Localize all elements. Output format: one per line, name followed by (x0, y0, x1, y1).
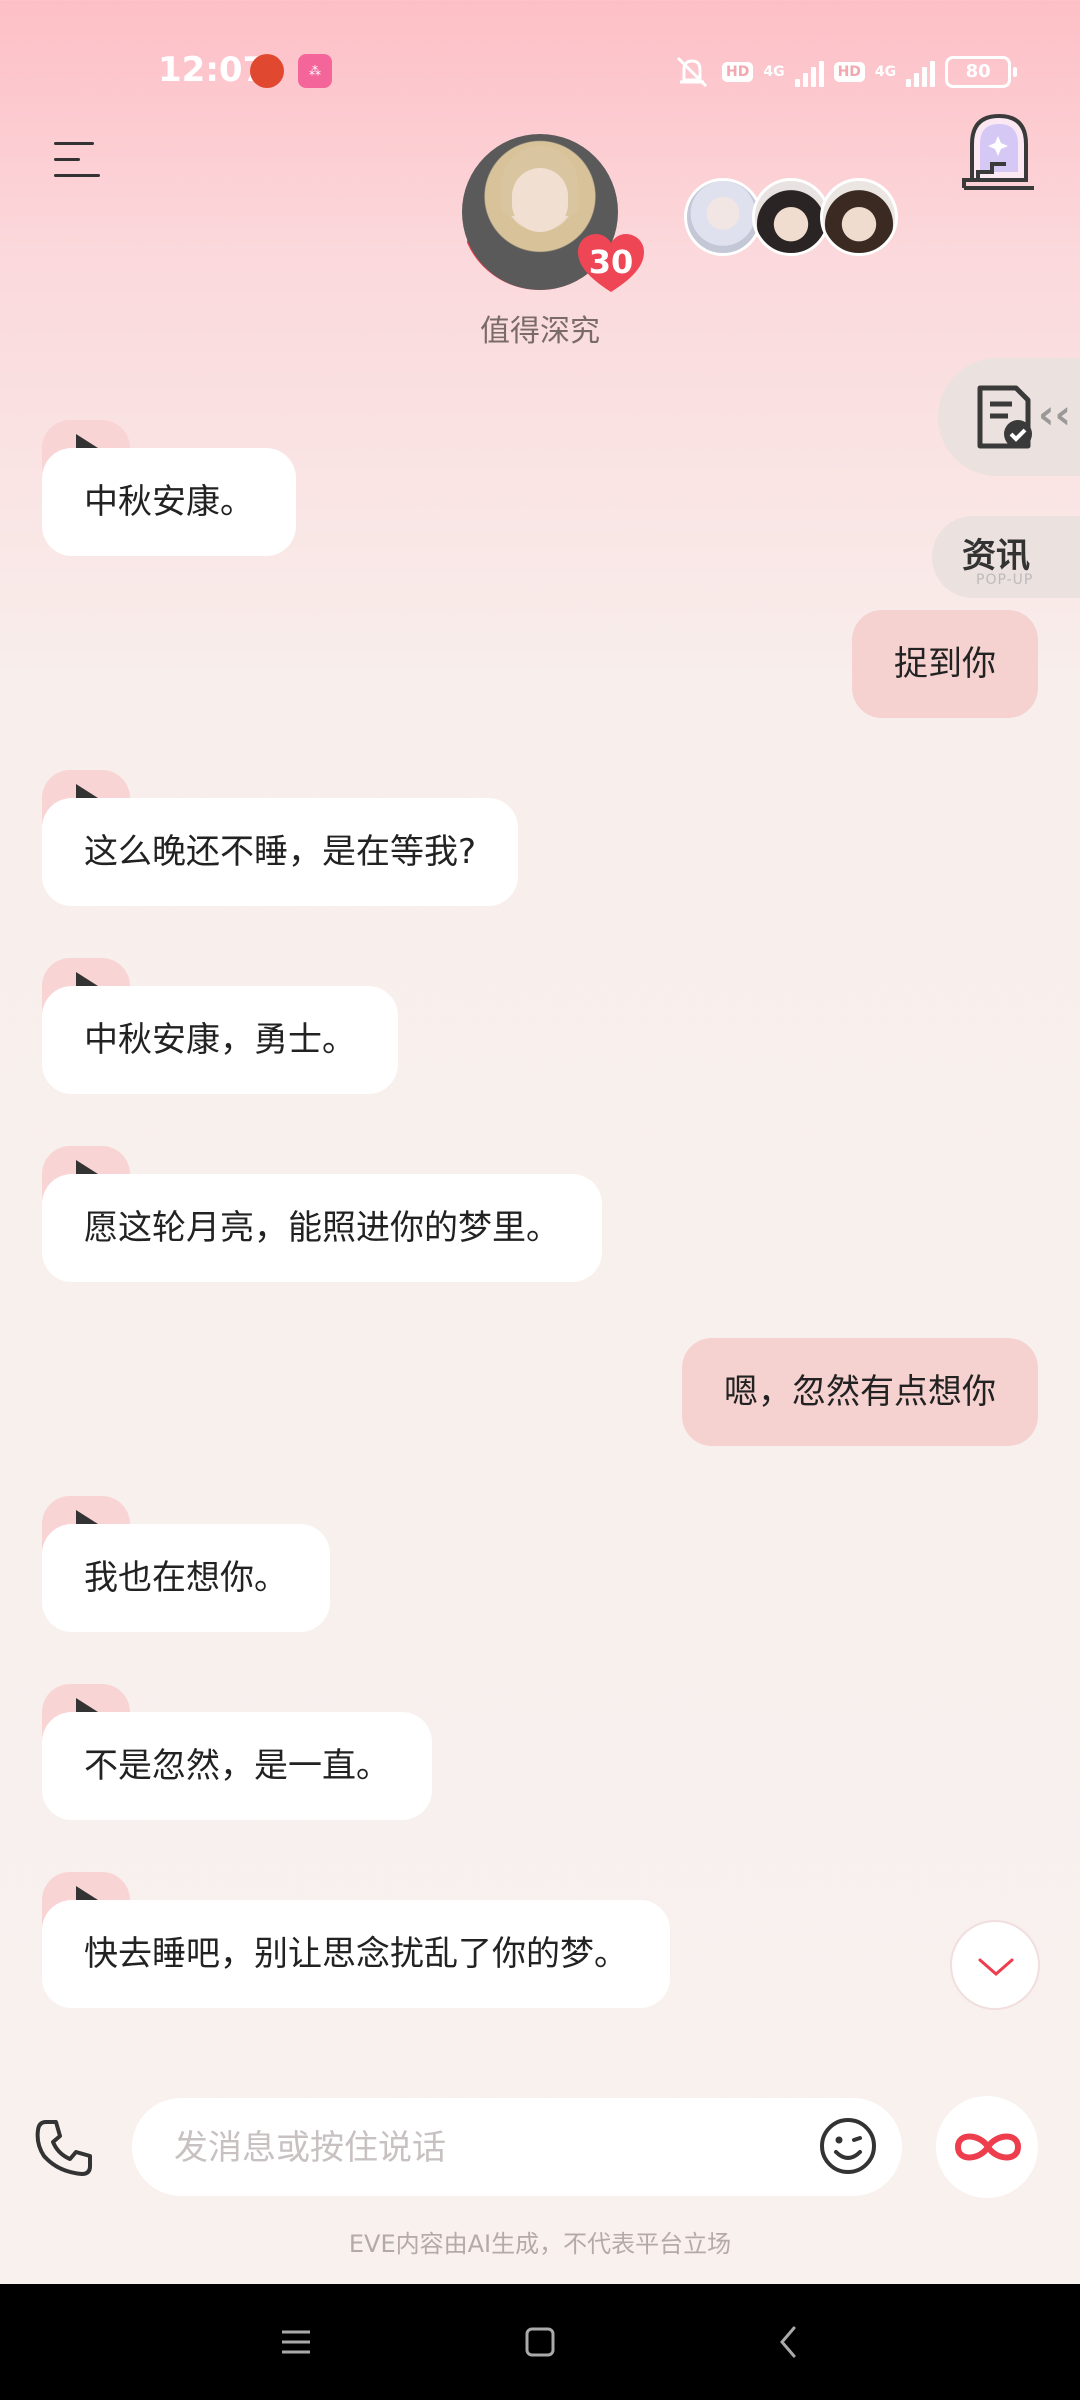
mini-avatar-3[interactable] (820, 178, 898, 256)
phone-call-icon[interactable] (32, 2116, 96, 2180)
message-bubble[interactable]: 我也在想你。 (42, 1524, 330, 1632)
signal-icon (794, 57, 824, 87)
network-type: 4G (763, 64, 785, 80)
message-bubble[interactable]: 中秋安康。 (42, 448, 296, 556)
back-icon[interactable] (760, 2314, 816, 2370)
popup-news-button[interactable]: 资讯 POP-UP (932, 516, 1080, 598)
message-bubble[interactable]: 这么晚还不睡，是在等我? (42, 798, 519, 906)
chevron-down-icon (978, 1958, 1014, 1976)
document-check-icon (977, 385, 1032, 449)
recent-apps-icon[interactable] (268, 2314, 324, 2370)
system-nav-bar (0, 2284, 1080, 2400)
network-type-2: 4G (874, 64, 897, 80)
mute-bell-icon (676, 56, 708, 88)
home-icon[interactable] (512, 2314, 568, 2370)
message-bubble[interactable]: 中秋安康，勇士。 (42, 986, 398, 1094)
status-bar: 12:07 ⁂ HD 4G HD 4G 80 (0, 0, 1080, 140)
message-input[interactable] (172, 2098, 776, 2198)
signal-icon-2 (906, 57, 936, 87)
message-bubble[interactable]: 快去睡吧，别让思念扰乱了你的梦。 (42, 1900, 670, 2008)
battery-icon: 80 (945, 56, 1018, 88)
infinity-mode-button[interactable] (936, 2096, 1038, 2198)
popup-sublabel: POP-UP (976, 572, 1034, 588)
message-bubble[interactable]: 不是忽然，是一直。 (42, 1712, 432, 1820)
mini-avatar-2[interactable] (752, 178, 830, 256)
popup-label: 资讯 (962, 536, 1030, 576)
ai-disclaimer: EVE内容由AI生成，不代表平台立场 (348, 2230, 732, 2258)
character-switcher[interactable] (684, 178, 898, 256)
notification-app-icon (250, 54, 284, 88)
infinity-icon (954, 2133, 1022, 2161)
scroll-down-button[interactable] (950, 1920, 1040, 2010)
message-bubble[interactable]: 愿这轮月亮，能照进你的梦里。 (42, 1174, 602, 1282)
chevron-left-icon: ‹‹ (1038, 392, 1071, 438)
mini-avatar-1[interactable] (684, 178, 762, 256)
menu-icon[interactable] (54, 140, 100, 180)
intimacy-level: 30 (588, 243, 634, 281)
message-bubble[interactable]: 捉到你 (852, 610, 1038, 718)
message-bubble[interactable]: 嗯，忽然有点想你 (682, 1338, 1038, 1446)
message-input-box[interactable] (132, 2098, 902, 2198)
emoji-icon[interactable] (818, 2116, 878, 2176)
hd-badge-2: HD (833, 62, 865, 82)
task-doc-button[interactable]: ‹‹ (938, 358, 1080, 476)
character-subtitle: 值得深究 (480, 314, 600, 349)
bilibili-app-icon: ⁂ (298, 54, 332, 88)
door-stairs-icon[interactable] (962, 110, 1036, 190)
intimacy-heart-badge: 30 (576, 232, 646, 296)
status-indicators: HD 4G HD 4G 80 (672, 52, 1018, 92)
hd-badge: HD (722, 62, 754, 82)
